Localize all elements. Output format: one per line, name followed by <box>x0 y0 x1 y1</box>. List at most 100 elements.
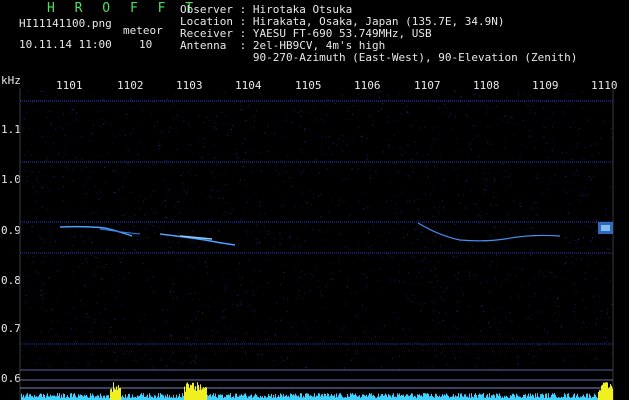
noise-dot <box>264 213 266 215</box>
level-bar <box>471 393 472 400</box>
noise-dot <box>49 218 51 219</box>
level-bar <box>27 393 28 400</box>
noise-dot <box>253 92 255 94</box>
noise-dot <box>462 194 464 196</box>
level-bar <box>207 395 208 400</box>
noise-dot <box>537 174 538 176</box>
noise-dot <box>283 272 285 273</box>
level-bar <box>90 393 91 400</box>
level-bar <box>161 394 162 400</box>
noise-dot <box>326 99 328 101</box>
noise-dot <box>181 110 183 112</box>
noise-dot <box>169 129 171 131</box>
level-bar <box>586 393 587 400</box>
noise-dot <box>32 255 34 257</box>
noise-dot <box>287 358 289 360</box>
noise-dot <box>415 228 417 230</box>
noise-dot <box>89 331 91 333</box>
noise-dot <box>599 300 601 302</box>
noise-dot <box>366 308 367 309</box>
noise-dot <box>527 97 529 99</box>
noise-dot <box>583 157 585 159</box>
noise-dot <box>468 333 470 335</box>
noise-dot <box>57 342 59 344</box>
noise-dot <box>150 358 152 360</box>
level-bar <box>531 396 532 400</box>
noise-dot <box>407 113 409 115</box>
noise-dot <box>580 258 582 260</box>
noise-dot <box>400 112 402 114</box>
noise-dot <box>63 186 64 188</box>
level-bar <box>462 396 463 400</box>
noise-dot <box>103 327 105 329</box>
noise-dot <box>525 228 527 230</box>
level-bar <box>403 394 404 400</box>
noise-dot <box>300 148 302 150</box>
level-bar <box>319 393 320 400</box>
noise-dot <box>454 114 456 116</box>
level-bar <box>227 395 228 400</box>
level-bar <box>431 393 432 400</box>
noise-dot <box>467 226 469 228</box>
noise-dot <box>303 320 305 322</box>
noise-dot <box>571 355 572 356</box>
noise-dot <box>275 320 277 322</box>
noise-dot <box>480 282 481 284</box>
level-bar <box>564 393 565 400</box>
noise-dot <box>370 249 371 251</box>
noise-dot <box>518 92 519 94</box>
noise-dot <box>596 143 597 145</box>
level-bar <box>121 396 122 400</box>
noise-dot <box>261 354 263 355</box>
noise-dot <box>113 192 115 194</box>
noise-dot <box>240 179 242 181</box>
level-bar <box>321 394 322 400</box>
noise-dot <box>428 176 429 178</box>
noise-dot <box>585 327 587 329</box>
level-bar <box>218 394 219 400</box>
noise-dot <box>352 105 354 106</box>
noise-dot <box>218 92 220 94</box>
noise-dot <box>377 280 379 282</box>
noise-dot <box>519 345 520 347</box>
noise-dot <box>135 207 137 209</box>
noise-dot <box>575 247 577 249</box>
noise-dot <box>496 254 497 256</box>
noise-dot <box>427 241 429 243</box>
noise-dot <box>417 199 419 201</box>
noise-dot <box>210 280 212 282</box>
noise-dot <box>315 158 317 160</box>
noise-dot <box>514 231 516 233</box>
noise-dot <box>530 319 532 321</box>
noise-dot <box>101 360 103 362</box>
noise-dot <box>162 225 164 227</box>
noise-dot <box>486 213 488 215</box>
noise-dot <box>24 303 26 304</box>
noise-dot <box>250 231 252 233</box>
noise-dot <box>435 355 437 357</box>
noise-dot <box>194 242 196 244</box>
noise-dot <box>581 327 582 329</box>
noise-dot <box>163 200 165 202</box>
noise-dot <box>576 170 578 172</box>
noise-dot <box>309 273 311 275</box>
noise-dot <box>162 309 164 311</box>
noise-dot <box>488 361 490 363</box>
noise-dot <box>318 195 320 197</box>
noise-dot <box>81 158 83 160</box>
noise-dot <box>589 258 591 260</box>
noise-dot <box>591 155 593 157</box>
noise-dot <box>610 128 612 130</box>
level-bar <box>600 390 601 400</box>
noise-dot <box>529 136 531 138</box>
noise-dot <box>171 165 173 166</box>
level-bar <box>306 393 307 400</box>
noise-dot <box>177 266 179 268</box>
noise-dot <box>495 204 497 206</box>
noise-dot <box>461 336 463 338</box>
noise-dot <box>309 291 311 292</box>
noise-dot <box>144 198 146 199</box>
level-bar <box>281 394 282 400</box>
noise-dot <box>69 237 71 239</box>
noise-dot <box>482 305 484 307</box>
